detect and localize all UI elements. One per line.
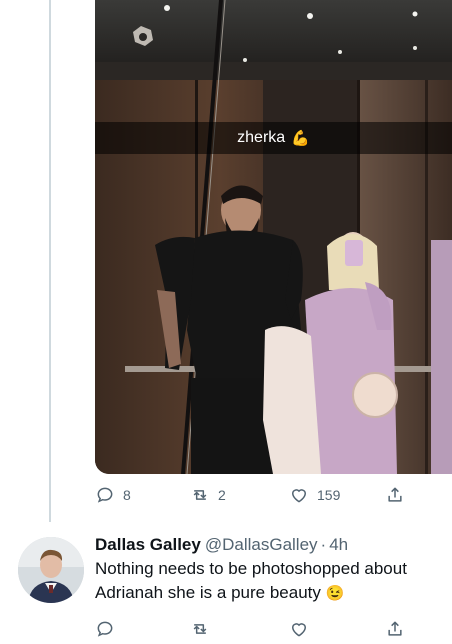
like-button[interactable] [289,619,309,639]
timestamp[interactable]: 4h [329,535,348,554]
thread-connector-line [49,0,51,522]
share-icon [388,487,402,502]
avatar-photo [18,537,84,603]
tweet-thread: zherka 💪 8 2 159 Dallas Galley @DallasGa… [0,0,452,644]
reply-tweet[interactable]: Dallas Galley @DallasGalley · 4h Nothing ne… [95,534,452,606]
retweet-icon [193,624,207,634]
tweet-actions: 8 2 159 [95,483,452,507]
reply-button[interactable]: 8 [95,485,131,505]
retweet-count: 2 [218,487,226,503]
tweet-header: Dallas Galley @DallasGalley · 4h [95,534,452,556]
elevator-mirror-selfie-image [95,0,452,474]
like-icon [291,623,307,637]
tweet-text-line-1: Nothing needs to be photoshopped about [95,559,407,578]
like-icon [291,489,307,503]
winking-face-emoji: 😉 [325,585,345,602]
flexed-bicep-emoji: 💪 [291,130,310,147]
retweet-button[interactable] [190,619,210,639]
share-button[interactable] [385,619,405,639]
tweet-text-line-2: Adrianah she is a pure beauty [95,583,321,602]
share-button[interactable] [385,485,405,505]
reply-icon [97,621,113,637]
snapchat-caption-bar: zherka 💪 [95,122,452,154]
author-name[interactable]: Dallas Galley [95,535,201,554]
author-handle[interactable]: @DallasGalley [205,535,318,554]
tweet-text: Nothing needs to be photoshopped about A… [95,557,452,606]
avatar[interactable] [18,537,84,603]
like-button[interactable]: 159 [289,485,340,505]
caption-text: zherka [237,129,286,146]
retweet-icon [193,490,207,500]
retweet-button[interactable]: 2 [190,485,226,505]
share-icon [388,621,402,636]
reply-tweet-actions [95,617,452,641]
separator-dot: · [320,535,327,554]
reply-icon [97,487,113,503]
tweet-photo[interactable]: zherka 💪 [95,0,452,474]
reply-button[interactable] [95,619,115,639]
reply-count: 8 [123,487,131,503]
like-count: 159 [317,487,341,503]
